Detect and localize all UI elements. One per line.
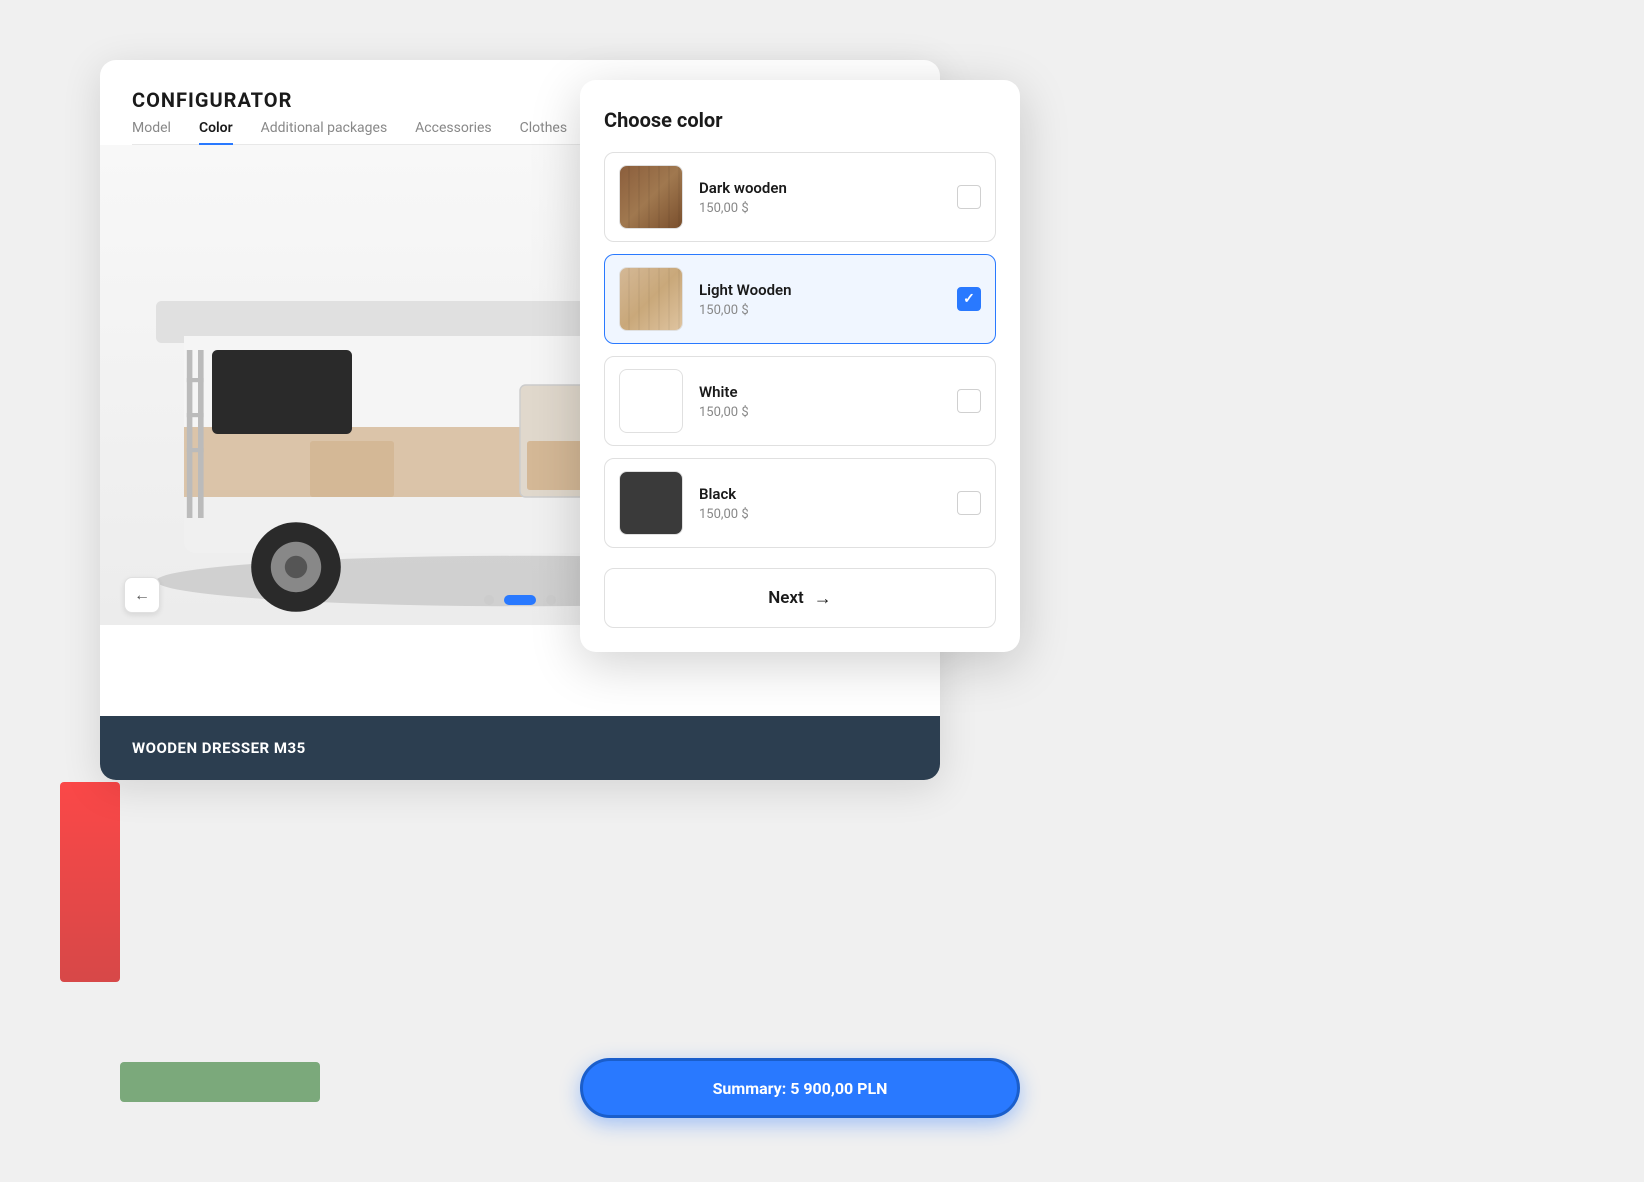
color-checkbox-white[interactable] (957, 389, 981, 413)
color-swatch-white (619, 369, 683, 433)
tab-additional-packages[interactable]: Additional packages (261, 120, 388, 144)
color-option-black[interactable]: Black 150,00 $ (604, 458, 996, 548)
color-name-dark-wooden: Dark wooden (699, 179, 957, 197)
summary-button-label: Summary: 5 900,00 PLN (713, 1079, 888, 1098)
summary-button[interactable]: Summary: 5 900,00 PLN (580, 1058, 1020, 1118)
color-price-black: 150,00 $ (699, 507, 957, 522)
color-info-dark-wooden: Dark wooden 150,00 $ (699, 179, 957, 216)
color-panel-title: Choose color (604, 108, 996, 132)
configurator-footer: WOODEN DRESSER M35 (100, 716, 940, 780)
color-checkbox-dark-wooden[interactable] (957, 185, 981, 209)
color-checkbox-light-wooden[interactable] (957, 287, 981, 311)
color-info-light-wooden: Light Wooden 150,00 $ (699, 281, 957, 318)
color-swatch-light-wooden (619, 267, 683, 331)
color-options: Dark wooden 150,00 $ Light Wooden 150,00… (604, 152, 996, 548)
footer-model-name: WOODEN DRESSER M35 (132, 739, 306, 757)
carousel-dot-1[interactable] (484, 595, 494, 605)
tab-model[interactable]: Model (132, 120, 171, 144)
back-button[interactable]: ← (124, 577, 160, 613)
color-option-light-wooden[interactable]: Light Wooden 150,00 $ (604, 254, 996, 344)
color-checkbox-black[interactable] (957, 491, 981, 515)
next-arrow-icon: → (814, 588, 832, 609)
color-swatch-black (619, 471, 683, 535)
color-info-black: Black 150,00 $ (699, 485, 957, 522)
next-button-label: Next (768, 588, 804, 608)
green-decoration (120, 1062, 320, 1102)
color-option-dark-wooden[interactable]: Dark wooden 150,00 $ (604, 152, 996, 242)
color-swatch-dark-wooden (619, 165, 683, 229)
tab-color[interactable]: Color (199, 120, 233, 144)
red-decoration (60, 782, 120, 982)
color-price-white: 150,00 $ (699, 405, 957, 420)
next-button[interactable]: Next → (604, 568, 996, 628)
configurator-title: CONFIGURATOR (132, 88, 292, 112)
color-name-black: Black (699, 485, 957, 503)
color-price-dark-wooden: 150,00 $ (699, 201, 957, 216)
color-info-white: White 150,00 $ (699, 383, 957, 420)
tab-accessories[interactable]: Accessories (415, 120, 491, 144)
carousel-dot-2[interactable] (504, 595, 536, 605)
color-option-white[interactable]: White 150,00 $ (604, 356, 996, 446)
carousel-dot-3[interactable] (546, 595, 556, 605)
tab-clothes[interactable]: Clothes (520, 120, 567, 144)
color-price-light-wooden: 150,00 $ (699, 303, 957, 318)
carousel-dots (484, 595, 556, 605)
color-panel: Choose color Dark wooden 150,00 $ Light … (580, 80, 1020, 652)
color-name-white: White (699, 383, 957, 401)
color-name-light-wooden: Light Wooden (699, 281, 957, 299)
